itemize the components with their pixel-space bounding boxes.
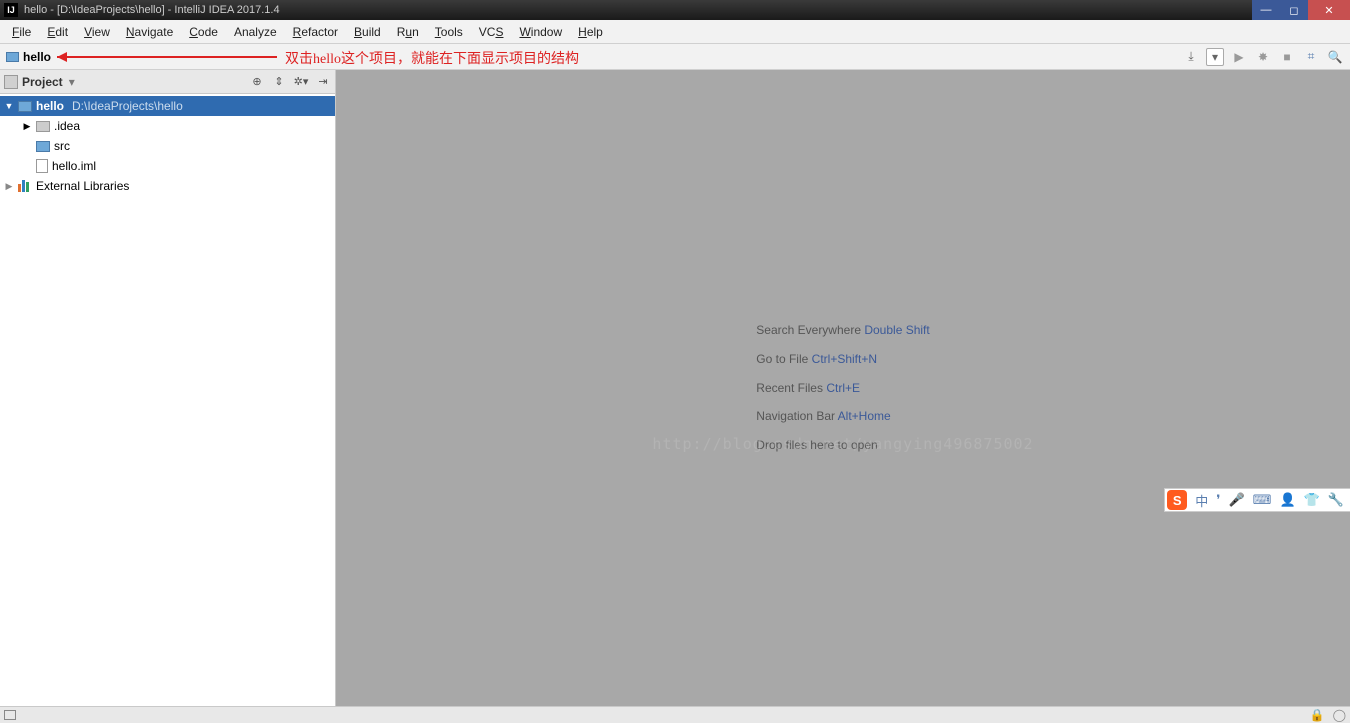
menu-run[interactable]: Run [389,22,427,42]
ime-logo-icon[interactable]: S [1167,490,1187,510]
tree-item-label: src [54,139,70,153]
tree-item-label: hello.iml [52,159,96,173]
status-toggle-icon[interactable] [4,710,16,720]
file-icon [36,159,48,173]
tree-item-iml[interactable]: hello.iml [0,156,335,176]
hint-shortcut: Double Shift [864,323,929,337]
app-icon: IJ [4,3,18,17]
hint-row: Search Everywhere Double Shift [756,316,929,345]
hint-row: Drop files here to open [756,431,929,460]
source-folder-icon [36,141,50,152]
tree-root-name: hello [36,99,64,113]
project-panel-header[interactable]: Project ▾ ⊕ ⇕ ✲▾ ⇥ [0,70,335,94]
stop-icon[interactable]: ■ [1278,48,1296,66]
menu-refactor[interactable]: Refactor [285,22,346,42]
debug-icon[interactable]: ✸ [1254,48,1272,66]
menu-view[interactable]: View [76,22,118,42]
hint-label: Navigation Bar [756,409,835,423]
ime-voice-icon[interactable]: 🎤 [1228,492,1244,508]
expand-icon[interactable]: ▶ [4,181,14,192]
hint-row: Recent Files Ctrl+E [756,374,929,403]
editor-hints: Search Everywhere Double Shift Go to Fil… [756,316,929,460]
maximize-button[interactable]: ◻ [1280,0,1308,20]
tree-item-src[interactable]: src [0,136,335,156]
project-panel-dropdown-icon[interactable]: ▾ [69,75,75,89]
hint-shortcut: Ctrl+Shift+N [812,352,877,366]
ime-keyboard-icon[interactable]: ⌨ [1253,492,1272,508]
menu-help[interactable]: Help [570,22,611,42]
menu-window[interactable]: Window [511,22,570,42]
tree-item-idea[interactable]: ▶ .idea [0,116,335,136]
status-bar: 🔒 ◯ [0,706,1350,723]
run-icon[interactable]: ▶ [1230,48,1248,66]
hint-label: Go to File [756,352,808,366]
libraries-icon [18,180,32,192]
module-icon [18,101,32,112]
menu-tools[interactable]: Tools [427,22,471,42]
expand-icon[interactable]: ▶ [22,121,32,132]
run-config-dropdown[interactable]: ▾ [1206,48,1224,66]
hint-label: Drop files here to open [756,438,877,452]
breadcrumb-label: hello [23,50,51,64]
menu-build[interactable]: Build [346,22,389,42]
hide-icon[interactable]: ⇥ [315,74,331,90]
tree-root[interactable]: ▼ hello D:\IdeaProjects\hello [0,96,335,116]
window-controls: — ◻ ✕ [1252,0,1350,20]
menu-edit[interactable]: Edit [39,22,76,42]
hint-row: Go to File Ctrl+Shift+N [756,345,929,374]
hint-shortcut: Ctrl+E [826,381,860,395]
content-row: Project ▾ ⊕ ⇕ ✲▾ ⇥ ▼ hello D:\IdeaProjec… [0,70,1350,706]
status-right: 🔒 ◯ [1310,708,1346,722]
annotation-text: 双击hello这个项目，就能在下面显示项目的结构 [285,48,579,68]
annotation-arrow-head [57,52,67,62]
hint-label: Recent Files [756,381,823,395]
ime-user-icon[interactable]: 👤 [1279,492,1295,508]
status-notify-icon[interactable]: ◯ [1333,708,1346,722]
navigation-bar: hello 双击hello这个项目，就能在下面显示项目的结构 ⤓ ▾ ▶ ✸ ■… [0,44,1350,70]
menu-navigate[interactable]: Navigate [118,22,181,42]
ime-lang-icon[interactable]: 中 [1195,491,1208,510]
project-tree[interactable]: ▼ hello D:\IdeaProjects\hello ▶ .idea sr… [0,94,335,706]
tree-item-label: .idea [54,119,80,133]
minimize-button[interactable]: — [1252,0,1280,20]
toolbar-right: ⤓ ▾ ▶ ✸ ■ ⌗ 🔍 [1182,48,1344,66]
window-title-bar: IJ hello - [D:\IdeaProjects\hello] - Int… [0,0,1350,20]
menu-file[interactable]: File [4,22,39,42]
ime-toolbar[interactable]: S 中 ❜ 🎤 ⌨ 👤 👕 🔧 [1164,488,1350,512]
editor-area[interactable]: Search Everywhere Double Shift Go to Fil… [336,70,1350,706]
locate-icon[interactable]: ⊕ [249,74,265,90]
folder-icon [36,121,50,132]
window-title: hello - [D:\IdeaProjects\hello] - Intell… [24,4,1252,16]
tree-external-libraries[interactable]: ▶ External Libraries [0,176,335,196]
hint-label: Search Everywhere [756,323,861,337]
annotation-arrow-line [57,56,277,58]
project-structure-icon[interactable]: ⌗ [1302,48,1320,66]
gear-icon[interactable]: ✲▾ [293,74,309,90]
close-button[interactable]: ✕ [1308,0,1350,20]
tree-root-path: D:\IdeaProjects\hello [72,99,183,113]
menu-bar: File Edit View Navigate Code Analyze Ref… [0,20,1350,44]
search-icon[interactable]: 🔍 [1326,48,1344,66]
menu-vcs[interactable]: VCS [471,22,512,42]
folder-icon [6,52,19,62]
tree-item-label: External Libraries [36,179,129,193]
ime-punct-icon[interactable]: ❜ [1216,492,1220,508]
menu-code[interactable]: Code [181,22,226,42]
menu-analyze[interactable]: Analyze [226,22,285,42]
project-panel-icon [4,75,18,89]
expand-icon[interactable]: ▼ [4,101,14,111]
make-project-icon[interactable]: ⤓ [1182,48,1200,66]
project-panel-label: Project [22,75,63,89]
project-sidebar: Project ▾ ⊕ ⇕ ✲▾ ⇥ ▼ hello D:\IdeaProjec… [0,70,336,706]
ime-skin-icon[interactable]: 👕 [1304,492,1320,508]
collapse-icon[interactable]: ⇕ [271,74,287,90]
status-lock-icon[interactable]: 🔒 [1310,708,1325,722]
hint-shortcut: Alt+Home [838,409,891,423]
breadcrumb-project[interactable]: hello [6,50,51,64]
ime-tool-icon[interactable]: 🔧 [1328,492,1344,508]
hint-row: Navigation Bar Alt+Home [756,402,929,431]
